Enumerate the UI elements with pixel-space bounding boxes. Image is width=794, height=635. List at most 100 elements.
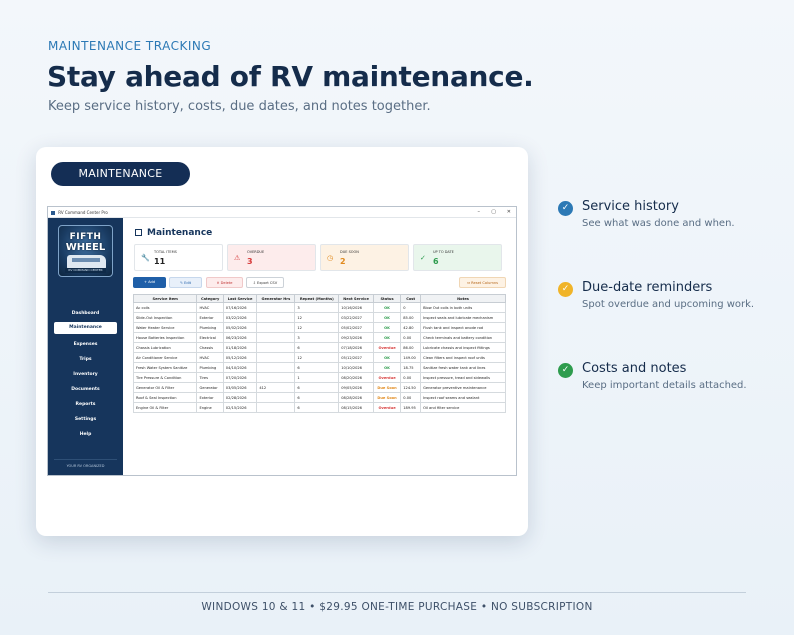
table-cell: 07/20/2026 [222,372,258,383]
sidebar-item-documents[interactable]: Documents [48,382,123,397]
table-cell: 12 [294,352,340,363]
table-cell: 0.00 [400,332,422,343]
table-cell: Water Heater Service [132,322,198,333]
page-title-text: Maintenance [147,228,213,238]
app-icon [51,211,55,215]
table-cell: 10/10/2026 [338,362,374,373]
sidebar: FIFTH WHEEL RV COMMAND CENTER Dashboard M… [48,218,123,475]
status-cell: Due Soon [372,392,402,403]
table-cell: Exterior [196,312,224,323]
reset-columns-button[interactable]: ⇔ Reset Columns [459,277,506,288]
table-row[interactable]: Slide-Out Inspection Exterior 03/22/2026 12… [132,312,506,323]
table-cell: Inspect pressure, tread and sidewalls [420,372,506,383]
table-cell: 149.00 [400,352,422,363]
table-cell [256,352,296,363]
eyebrow: MAINTENANCE TRACKING [48,39,212,53]
column-header[interactable]: Repeat (Months) [294,294,340,303]
check-icon: ✓ [420,254,426,262]
table-cell: Engine [196,402,224,413]
stat-overdue: ⚠ OVERDUE 3 [227,244,316,271]
table-cell: 02/15/2026 [222,402,258,413]
column-header[interactable]: Status [372,294,402,303]
minimize-icon[interactable]: – [478,207,481,218]
feature-title: Costs and notes [582,361,687,376]
table-row[interactable]: Engine Oil & Filter Engine 02/15/2026 6 08/1… [132,402,506,413]
sidebar-item-expenses[interactable]: Expenses [48,337,123,352]
rv-icon [67,255,106,269]
column-header[interactable]: Category [196,294,224,303]
table-cell: 6 [294,382,340,393]
table-cell: Engine Oil & Filter [132,402,198,413]
sidebar-item-trips[interactable]: Trips [48,352,123,367]
table-row[interactable]: Tire Pressure & Condition Tires 07/20/2026… [132,372,506,383]
table-row[interactable]: Roof & Seal Inspection Exterior 02/28/2026… [132,392,506,403]
stat-value: 3 [247,257,253,266]
column-header[interactable]: Generator Hrs [256,294,296,303]
column-header[interactable]: Next Service [338,294,374,303]
add-button[interactable]: + Add [133,277,166,288]
maintenance-table: Service Item Category Last Service Generato… [132,294,506,413]
table-cell: Generator Oil & Filter [132,382,198,393]
table-cell: 01/18/2026 [222,342,258,353]
table-cell: Ac coils [132,302,198,313]
sidebar-item-inventory[interactable]: Inventory [48,367,123,382]
table-row[interactable]: Fresh Water System Sanitize Plumbing 04/10… [132,362,506,373]
sidebar-item-settings[interactable]: Settings [48,412,123,427]
wrench-icon: 🔧 [141,254,150,262]
edit-button[interactable]: ✎ Edit [169,277,202,288]
table-cell [256,362,296,373]
stat-value: 6 [433,257,439,266]
sidebar-item-maintenance[interactable]: Maintenance [54,322,117,334]
column-header[interactable]: Service Item [132,294,198,303]
table-cell: 08/15/2026 [338,402,374,413]
table-cell: 08/28/2026 [338,392,374,403]
table-cell [256,302,296,313]
status-cell: OK [372,352,402,363]
delete-button[interactable]: ✕ Delete [206,277,243,288]
status-cell: OK [372,302,402,313]
stat-up-to-date: ✓ UP TO DATE 6 [413,244,502,271]
table-row[interactable]: Air Conditioner Service HVAC 05/12/2026 12 0… [132,352,506,363]
table-cell: Chassis Lubrication [132,342,198,353]
table-cell: 86.00 [400,342,422,353]
table-cell: Tires [196,372,224,383]
column-header[interactable]: Last Service [222,294,258,303]
table-cell: 18.75 [400,362,422,373]
maximize-icon[interactable]: ▢ [491,207,496,218]
sidebar-item-help[interactable]: Help [48,427,123,442]
sidebar-item-reports[interactable]: Reports [48,397,123,412]
table-cell: 03/22/2026 [222,312,258,323]
table-cell: 6 [294,342,340,353]
table-header-row: Service Item Category Last Service Generato… [132,294,506,303]
column-header[interactable]: Notes [420,294,506,303]
table-cell: 6 [294,392,340,403]
table-cell [256,332,296,343]
status-cell: OK [372,362,402,373]
stat-label: DUE SOON [340,250,359,254]
export-csv-button[interactable]: ⇩ Export CSV [246,277,284,288]
stat-value: 11 [154,257,166,266]
table-row[interactable]: Water Heater Service Plumbing 05/02/2026 12… [132,322,506,333]
table-cell: Inspect seals and lubricate mechanism [420,312,506,323]
logo-tagline: RV COMMAND CENTER [65,268,106,273]
table-cell: 09/23/2026 [338,332,374,343]
sidebar-item-dashboard[interactable]: Dashboard [48,306,123,321]
table-cell: Roof & Seal Inspection [132,392,198,403]
app-window: RV Command Center Pro – ▢ ✕ FIFTH WHEEL … [47,206,517,476]
close-icon[interactable]: ✕ [507,207,511,218]
main-content: Maintenance 🔧 TOTAL ITEMS 11 ⚠ OVERDUE 3… [123,218,516,475]
check-badge-icon: ✓ [558,282,573,297]
table-cell: 0 [400,302,422,313]
table-cell: Oil and filter service [420,402,506,413]
status-cell: Overdue [372,372,402,383]
table-cell: Air Conditioner Service [132,352,198,363]
table-row[interactable]: Ac coils HVAC 07/16/2026 3 10/16/2026 OK 0 Blow… [132,302,506,313]
table-row[interactable]: Chassis Lubrication Chassis 01/18/2026 6 07/… [132,342,506,353]
column-header[interactable]: Cost [400,294,422,303]
table-row[interactable]: Generator Oil & Filter Generator 03/05/202… [132,382,506,393]
table-cell: Blow Out coils in both units [420,302,506,313]
table-cell: 12 [294,312,340,323]
table-cell: HVAC [196,352,224,363]
table-row[interactable]: House Batteries Inspection Electrical 06/2… [132,332,506,343]
table-cell: 05/12/2027 [338,352,374,363]
